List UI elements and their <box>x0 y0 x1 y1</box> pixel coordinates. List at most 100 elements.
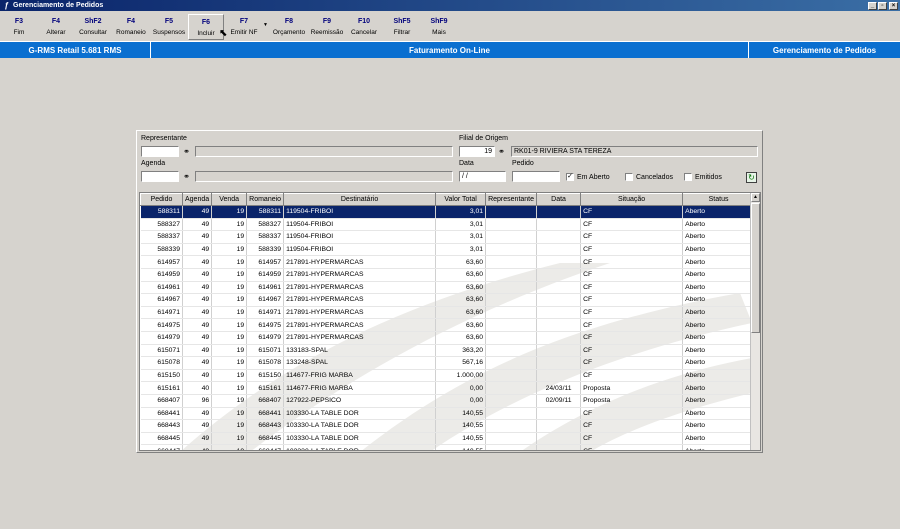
table-cell: 588337 <box>246 230 285 244</box>
table-cell: 49 <box>182 318 213 332</box>
table-cell: 217891-HYPERMARCAS <box>283 281 437 295</box>
table-row[interactable]: 614979 49 19 614979 217891-HYPERMARCAS 63,60 C… <box>140 331 756 345</box>
toolbar-key: F9 <box>322 18 332 25</box>
table-cell: 63,60 <box>435 331 487 345</box>
restore-button[interactable]: ▫ <box>878 1 887 10</box>
table-cell <box>536 318 582 332</box>
cancelados-checkbox[interactable]: Cancelados <box>625 173 673 181</box>
filial-name-field: RK01-9 RIVIERA STA TEREZA <box>511 146 758 157</box>
table-cell: 49 <box>182 293 213 307</box>
column-header[interactable]: Representante <box>485 193 538 206</box>
table-row[interactable]: 615071 49 19 615071 133183-SPAL 363,20 CF Abert… <box>140 344 756 358</box>
table-row[interactable]: 614961 49 19 614961 217891-HYPERMARCAS 63,60 C… <box>140 281 756 295</box>
refresh-icon[interactable]: ↻ <box>746 172 757 183</box>
toolbar-button-romaneio[interactable]: F4 Romaneio <box>113 14 149 40</box>
table-row[interactable]: 614959 49 19 614959 217891-HYPERMARCAS 63,60 C… <box>140 268 756 282</box>
orders-grid[interactable]: Pedido Agenda Venda Romaneio Destinatári… <box>139 192 761 451</box>
column-header[interactable]: Status <box>682 193 756 206</box>
toolbar-button-cancelar[interactable]: F10 Cancelar <box>346 14 382 40</box>
table-cell: Aberto <box>682 268 756 282</box>
table-cell: 49 <box>182 444 213 450</box>
toolbar-label: Mais <box>432 29 446 36</box>
dropdown-arrow-icon[interactable]: ▼ <box>263 22 268 28</box>
table-row[interactable]: 615150 49 19 615150 114677-FRIG MARBA 1.000,0… <box>140 369 756 383</box>
table-cell <box>485 243 538 257</box>
table-row[interactable]: 614975 49 19 614975 217891-HYPERMARCAS 63,60 C… <box>140 318 756 332</box>
column-header[interactable]: Data <box>536 193 582 206</box>
column-header[interactable]: Valor Total <box>435 193 487 206</box>
toolbar-button-consultar[interactable]: ShF2 Consultar <box>75 14 111 40</box>
table-cell: 614961 <box>246 281 285 295</box>
toolbar-key: F7 <box>239 18 249 25</box>
toolbar-label: Emitir NF <box>230 29 258 36</box>
table-cell: 103330-LA TABLE DOR <box>283 407 437 421</box>
column-header[interactable]: Romaneio <box>246 193 285 206</box>
table-cell: 103330-LA TABLE DOR <box>283 444 437 450</box>
table-cell: 119504-FRIBOI <box>283 243 437 257</box>
table-row[interactable]: 615161 40 19 615161 114677-FRIG MARBA 0,00 24/… <box>140 381 756 395</box>
table-row[interactable]: 588339 49 19 588339 119504-FRIBOI 3,01 CF Abert… <box>140 243 756 257</box>
binoculars-icon[interactable]: ⚭ <box>181 146 192 157</box>
table-row[interactable]: 668441 49 19 668441 103330-LA TABLE DOR 140,5… <box>140 407 756 421</box>
emitidos-checkbox[interactable]: Emitidos <box>684 173 722 181</box>
table-cell <box>536 281 582 295</box>
table-row[interactable]: 588311 49 19 588311 119504-FRIBOI 3,01 CF Abert… <box>140 205 756 219</box>
table-cell: 19 <box>211 218 248 232</box>
table-cell: 19 <box>211 356 248 370</box>
table-cell <box>536 407 582 421</box>
table-cell <box>485 205 538 219</box>
scroll-thumb[interactable] <box>751 203 760 333</box>
binoculars-icon[interactable]: ⚭ <box>181 171 192 182</box>
close-button[interactable]: × <box>889 1 898 10</box>
filial-code-input[interactable]: 19 <box>459 146 495 157</box>
toolbar-button-fim[interactable]: F3 Fim <box>1 14 37 40</box>
title-bar: ƒ Gerenciamento de Pedidos _ ▫ × <box>0 0 900 11</box>
table-row[interactable]: 6684474919668447103330-LA TABLE DOR140,5… <box>140 444 756 450</box>
column-header[interactable]: Agenda <box>181 193 213 206</box>
scroll-up-arrow-icon[interactable]: ▲ <box>751 193 760 202</box>
table-row[interactable]: 588327 49 19 588327 119504-FRIBOI 3,01 CF Abert… <box>140 218 756 232</box>
app-icon: ƒ <box>4 1 9 10</box>
table-cell: CF <box>580 230 684 244</box>
table-cell: CF <box>580 419 684 433</box>
data-input[interactable]: / / <box>459 171 506 182</box>
column-header[interactable]: Destinatário <box>283 193 437 206</box>
column-header[interactable]: Pedido <box>140 193 183 206</box>
table-row[interactable]: 614967 49 19 614967 217891-HYPERMARCAS 63,60 C… <box>140 293 756 307</box>
table-row[interactable]: 668407 96 19 668407 127922-PEPSICO 0,00 02/09/… <box>140 394 756 408</box>
minimize-button[interactable]: _ <box>868 1 877 10</box>
toolbar-button-filtrar[interactable]: ShF5 Filtrar <box>384 14 420 40</box>
table-cell <box>485 432 538 446</box>
column-header[interactable]: Venda <box>211 193 248 206</box>
system-version: G-RMS Retail 5.681 RMS <box>0 42 151 58</box>
table-cell: 615161 <box>246 381 285 395</box>
representante-code-input[interactable] <box>141 146 179 157</box>
toolbar-button-mais[interactable]: ShF9 Mais <box>421 14 457 40</box>
table-header: Pedido Agenda Venda Romaneio Destinatári… <box>140 193 756 206</box>
table-cell: 140,55 <box>435 407 487 421</box>
toolbar-button-reemissao[interactable]: F9 Reemissão <box>309 14 345 40</box>
toolbar-button-emitir-nf[interactable]: F7 Emitir NF <box>226 14 262 40</box>
table-row[interactable]: 615078 49 19 615078 133248-SPAL 567,16 CF Abert… <box>140 356 756 370</box>
table-cell: CF <box>580 205 684 219</box>
table-cell: CF <box>580 293 684 307</box>
table-cell: 19 <box>211 381 248 395</box>
table-row[interactable]: 668445 49 19 668445 103330-LA TABLE DOR 140,5… <box>140 432 756 446</box>
toolbar-label: Filtrar <box>393 29 411 36</box>
em-aberto-checkbox[interactable]: ✓ Em Aberto <box>566 173 610 181</box>
table-row[interactable]: 588337 49 19 588337 119504-FRIBOI 3,01 CF Abert… <box>140 230 756 244</box>
table-row[interactable]: 668443 49 19 668443 103330-LA TABLE DOR 140,5… <box>140 419 756 433</box>
toolbar-key: F4 <box>126 18 136 25</box>
agenda-code-input[interactable] <box>141 171 179 182</box>
column-header[interactable]: Situação <box>580 193 684 206</box>
table-cell: CF <box>580 369 684 383</box>
table-row[interactable]: 614957 49 19 614957 217891-HYPERMARCAS 63,60 C… <box>140 255 756 269</box>
binoculars-icon[interactable]: ⚭ <box>496 146 507 157</box>
toolbar-button-suspensos[interactable]: F5 Suspensos <box>151 14 187 40</box>
toolbar-button-alterar[interactable]: F4 Alterar <box>38 14 74 40</box>
vertical-scrollbar[interactable]: ▲ <box>750 193 760 450</box>
pedido-input[interactable] <box>512 171 560 182</box>
toolbar-button-orcamento[interactable]: F8 Orçamento <box>271 14 307 40</box>
table-row[interactable]: 614971 49 19 614971 217891-HYPERMARCAS 63,60 C… <box>140 306 756 320</box>
table-cell: 588327 <box>140 218 183 232</box>
